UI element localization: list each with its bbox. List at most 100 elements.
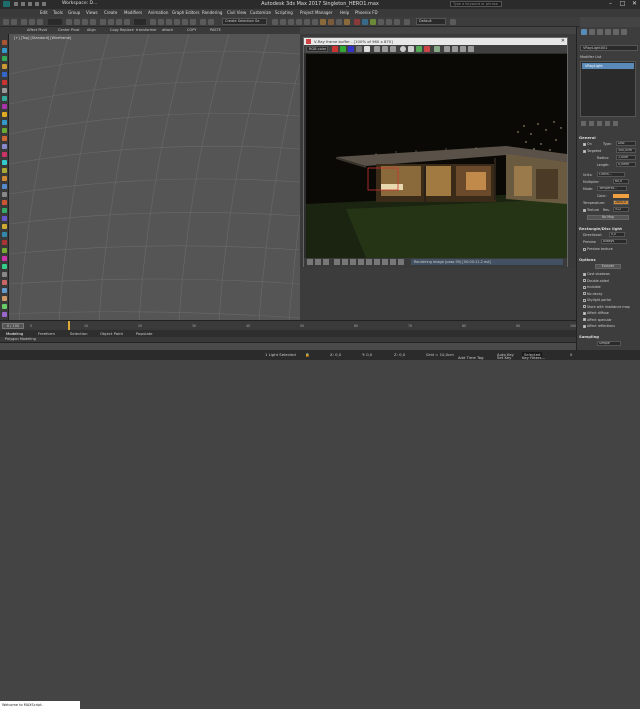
window-crossing-icon[interactable] [90, 19, 96, 25]
move-icon[interactable] [100, 19, 106, 25]
levels-icon[interactable] [398, 259, 404, 265]
load-image-icon[interactable] [382, 46, 388, 52]
layer-explorer-icon[interactable] [288, 19, 294, 25]
top-viewport[interactable]: [+] [Top] [Standard] [Wireframe] [9, 34, 300, 320]
vray-light-icon[interactable] [362, 19, 368, 25]
menu-edit[interactable]: Edit [40, 10, 48, 15]
show-end-result-icon[interactable] [589, 121, 594, 126]
sampling-rollout[interactable]: Sampling [579, 334, 637, 339]
option-checkbox[interactable]: Affect reflections [583, 324, 615, 328]
on-checkbox[interactable]: On [583, 142, 592, 146]
pan-icon[interactable] [315, 259, 321, 265]
menu-animation[interactable]: Animation [148, 10, 168, 15]
menu-rendering[interactable]: Rendering [202, 10, 222, 15]
option-checkbox[interactable]: Skylight portal [583, 298, 611, 302]
tab-selection[interactable]: Selection [70, 331, 88, 336]
track-mouse-icon[interactable] [400, 46, 406, 52]
minimize-button[interactable]: – [605, 0, 616, 8]
ocio-icon[interactable] [366, 259, 372, 265]
exclude-button[interactable]: Exclude [595, 264, 621, 269]
option-checkbox[interactable]: Affect diffuse [583, 311, 609, 315]
make-unique-icon[interactable] [597, 121, 602, 126]
tool-icon-2[interactable] [2, 48, 7, 53]
tool-icon-14[interactable] [2, 144, 7, 149]
red-channel-icon[interactable] [332, 46, 338, 52]
rect-disc-rollout[interactable]: Rectangle/Disc light [579, 226, 637, 231]
mirror-tool-icon[interactable] [272, 19, 278, 25]
percent-snap-icon[interactable] [182, 19, 188, 25]
maximize-button[interactable]: □ [617, 0, 628, 8]
blue-channel-icon[interactable] [348, 46, 354, 52]
type-dropdown[interactable]: Disc [616, 141, 636, 146]
select-by-name-icon[interactable] [74, 19, 80, 25]
tool-icon-30[interactable] [2, 272, 7, 277]
utilities-tab-icon[interactable] [621, 29, 627, 35]
target-distance-field[interactable]: 300,0cm [616, 148, 636, 153]
srgb-icon[interactable] [358, 259, 364, 265]
snaps-toggle-icon[interactable] [166, 19, 172, 25]
toggle-ribbon-icon[interactable] [296, 19, 302, 25]
no-map-button[interactable]: No Map [587, 215, 629, 220]
time-slider[interactable]: 0 / 100 0 10 20 30 40 50 60 70 80 90 100 [0, 320, 576, 331]
tool-icon-28[interactable] [2, 256, 7, 261]
undo-tool-icon[interactable] [3, 19, 9, 25]
named-sel-icon[interactable] [208, 19, 214, 25]
curve-editor-icon[interactable] [304, 19, 310, 25]
attach-button[interactable]: attach [162, 28, 173, 32]
tool-icon-13[interactable] [2, 136, 7, 141]
paste-button[interactable]: PASTE [210, 28, 221, 32]
option-checkbox[interactable]: Cast shadows [583, 272, 610, 276]
search-input[interactable]: Type a keyword or phrase [450, 1, 502, 7]
preview-texture-checkbox[interactable]: Preview texture [583, 247, 613, 251]
tool-icon-7[interactable] [2, 88, 7, 93]
save-file-icon[interactable] [28, 2, 32, 6]
tool-icon-26[interactable] [2, 240, 7, 245]
zoom-icon[interactable] [307, 259, 313, 265]
menu-customize[interactable]: Customize [250, 10, 271, 15]
directional-field[interactable]: 0,0 [609, 232, 625, 237]
selection-filter-dropdown[interactable] [48, 19, 62, 25]
history-icon[interactable] [460, 46, 466, 52]
render-setup-icon[interactable] [328, 19, 334, 25]
redo-tool-icon[interactable] [11, 19, 17, 25]
tool-icon-23[interactable] [2, 216, 7, 221]
tab-object-paint[interactable]: Object Paint [100, 331, 123, 336]
tool-icon-10[interactable] [2, 112, 7, 117]
menu-graph-editors[interactable]: Graph Editors [172, 10, 199, 15]
app-logo-icon[interactable] [3, 1, 10, 7]
tool-icon-27[interactable] [2, 248, 7, 253]
align-tool-icon[interactable] [280, 19, 286, 25]
preview-dropdown[interactable]: Always [601, 239, 627, 244]
edit-named-sel-icon[interactable] [200, 19, 206, 25]
stats-icon[interactable] [334, 259, 340, 265]
fit-icon[interactable] [323, 259, 329, 265]
x-coordinate[interactable]: X: 0,0 [330, 352, 341, 357]
remove-modifier-icon[interactable] [605, 121, 610, 126]
pin-stack-icon[interactable] [581, 121, 586, 126]
copy-replace-button[interactable]: Copy Replace [110, 28, 134, 32]
affect-pivot-button[interactable]: Affect Pivot [27, 28, 47, 32]
tool-icon-25[interactable] [2, 232, 7, 237]
menu-tools[interactable]: Tools [53, 10, 63, 15]
option-checkbox[interactable]: Double-sided [583, 279, 609, 283]
modifier-stack-item[interactable]: VRayLight [582, 63, 634, 69]
z-coordinate[interactable]: Z: 0,0 [394, 352, 405, 357]
link-icon[interactable] [21, 19, 27, 25]
frame-field[interactable]: 0 [570, 352, 572, 357]
bind-space-warp-icon[interactable] [37, 19, 43, 25]
radius-field[interactable]: 1,00m [616, 155, 636, 160]
tool-icon-12[interactable] [2, 128, 7, 133]
menu-create[interactable]: Create [104, 10, 117, 15]
general-rollout[interactable]: General [579, 135, 637, 140]
close-button[interactable]: ✕ [629, 0, 640, 8]
tool-icon-21[interactable] [2, 200, 7, 205]
time-slider-handle[interactable]: 0 / 100 [2, 323, 24, 329]
lock-selection-icon[interactable]: 🔒 [305, 352, 310, 357]
menu-help[interactable]: Help [340, 10, 349, 15]
center-pivot-button[interactable]: Center Pivot [58, 28, 79, 32]
multiplier-field[interactable]: 60,0 [613, 179, 629, 184]
menu-phoenix-fd[interactable]: Phoenix FD [355, 10, 378, 15]
menu-modifiers[interactable]: Modifiers [124, 10, 142, 15]
key-filters-button[interactable]: Key Filters... [522, 355, 545, 360]
clear-image-icon[interactable] [390, 46, 396, 52]
